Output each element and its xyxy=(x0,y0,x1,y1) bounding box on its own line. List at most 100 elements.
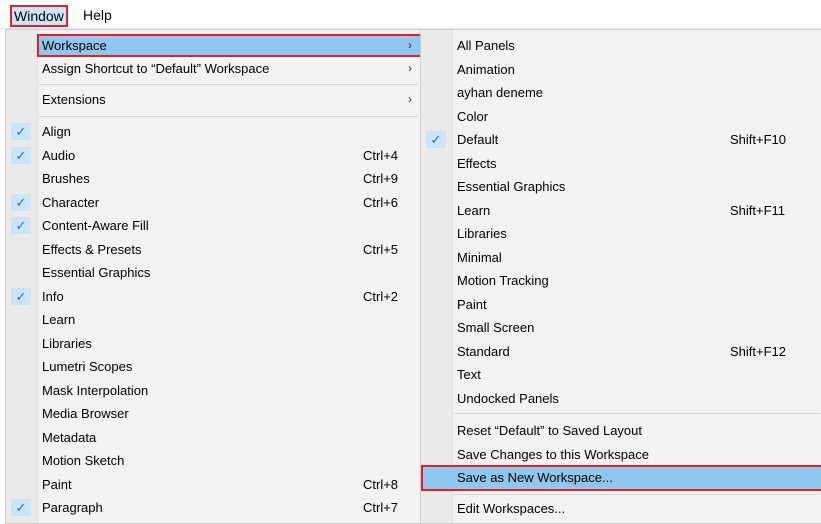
workspace-submenu: All Panels Animation ayhan deneme Color ✓ Def… xyxy=(420,29,821,524)
menu-item-save-changes[interactable]: Save Changes to this Workspace xyxy=(421,443,821,466)
checkmark-icon: ✓ xyxy=(426,131,446,148)
menu-item-label: Metadata xyxy=(42,429,97,445)
menu-item-shortcut: Shift+F11 xyxy=(730,202,786,218)
menu-item-mask-interpolation[interactable]: Mask Interpolation xyxy=(6,379,422,402)
menu-item-label: Essential Graphics xyxy=(457,179,566,194)
workspace-item-effects[interactable]: Effects xyxy=(421,152,821,175)
menu-item-motion-sketch[interactable]: Motion Sketch xyxy=(6,449,422,472)
menu-item-label: Character xyxy=(42,194,100,210)
chevron-right-icon: › xyxy=(408,38,412,52)
menu-window[interactable]: Window xyxy=(10,5,68,27)
menu-item-lumetri-scopes[interactable]: Lumetri Scopes xyxy=(6,355,422,378)
menu-item-label: Default xyxy=(457,132,499,147)
menu-item-label: Animation xyxy=(457,61,515,77)
menu-item-essential-graphics[interactable]: Essential Graphics xyxy=(6,261,422,284)
menu-item-info[interactable]: ✓ Info Ctrl+2 xyxy=(6,285,422,308)
workspace-item-text[interactable]: Text xyxy=(421,363,821,386)
checkmark-icon: ✓ xyxy=(11,193,31,211)
menu-item-edit-workspaces[interactable]: Edit Workspaces... xyxy=(421,497,821,520)
menu-item-align[interactable]: ✓ Align xyxy=(6,120,422,143)
menu-item-label: Mask Interpolation xyxy=(42,382,149,398)
checkmark-icon: ✓ xyxy=(11,217,31,234)
menu-item-label: Brushes xyxy=(42,171,90,186)
menu-separator xyxy=(39,84,418,85)
menu-item-label: All Panels xyxy=(457,38,515,53)
menu-item-shortcut: Ctrl+6 xyxy=(363,194,399,210)
menu-item-reset-default[interactable]: Reset “Default” to Saved Layout xyxy=(421,419,821,442)
menu-item-label: ayhan deneme xyxy=(457,85,544,100)
menu-separator xyxy=(454,494,820,495)
menu-item-workspace[interactable]: Workspace › xyxy=(37,34,422,57)
checkmark-icon: ✓ xyxy=(11,499,31,516)
workspace-item-minimal[interactable]: Minimal xyxy=(421,246,821,269)
menu-item-paint[interactable]: Paint Ctrl+8 xyxy=(6,473,422,496)
workspace-item-ayhan-deneme[interactable]: ayhan deneme xyxy=(421,81,821,104)
menu-help[interactable]: Help xyxy=(80,6,115,24)
checkmark-icon: ✓ xyxy=(11,123,31,140)
menu-item-shortcut: Ctrl+7 xyxy=(363,500,399,515)
menu-item-label: Effects & Presets xyxy=(42,241,142,257)
menu-item-label: Text xyxy=(457,367,481,382)
menu-item-label: Lumetri Scopes xyxy=(42,359,133,374)
menu-item-content-aware-fill[interactable]: ✓ Content-Aware Fill xyxy=(6,214,422,237)
menu-item-effects-presets[interactable]: Effects & Presets Ctrl+5 xyxy=(6,238,422,261)
menu-item-metadata[interactable]: Metadata xyxy=(6,426,422,449)
menu-item-label: Media Browser xyxy=(42,406,129,421)
workspace-item-essential-graphics[interactable]: Essential Graphics xyxy=(421,175,821,198)
menu-item-shortcut: Ctrl+5 xyxy=(363,241,399,257)
menu-separator xyxy=(454,413,820,414)
workspace-item-color[interactable]: Color xyxy=(421,105,821,128)
menu-item-label: Undocked Panels xyxy=(457,390,559,406)
window-menu: Workspace › Assign Shortcut to “Default”… xyxy=(5,29,423,524)
menu-item-label: Workspace xyxy=(42,38,107,53)
workspace-item-all-panels[interactable]: All Panels xyxy=(421,34,821,57)
workspace-item-undocked-panels[interactable]: Undocked Panels xyxy=(421,387,821,410)
menu-item-shortcut: Shift+F10 xyxy=(730,132,787,147)
menu-item-character[interactable]: ✓ Character Ctrl+6 xyxy=(6,191,422,214)
menu-item-shortcut: Ctrl+4 xyxy=(363,147,399,163)
menu-item-label: Extensions xyxy=(42,92,106,107)
workspace-item-paint[interactable]: Paint xyxy=(421,293,821,316)
workspace-item-learn[interactable]: Learn Shift+F11 xyxy=(421,199,821,222)
workspace-item-small-screen[interactable]: Small Screen xyxy=(421,316,821,339)
menu-item-assign-shortcut[interactable]: Assign Shortcut to “Default” Workspace › xyxy=(6,57,422,80)
menu-item-label: Essential Graphics xyxy=(42,265,151,280)
checkmark-icon: ✓ xyxy=(11,287,31,305)
menu-separator xyxy=(39,116,418,117)
menu-item-label: Motion Tracking xyxy=(457,273,549,288)
menu-item-label: Standard xyxy=(457,343,510,359)
menu-item-label: Paint xyxy=(42,476,72,492)
menu-item-libraries[interactable]: Libraries xyxy=(6,332,422,355)
menu-item-shortcut: Ctrl+9 xyxy=(363,171,399,186)
workspace-item-animation[interactable]: Animation xyxy=(421,58,821,81)
menu-item-shortcut: Shift+F12 xyxy=(730,343,787,359)
menu-item-label: Learn xyxy=(457,202,491,218)
menu-item-media-browser[interactable]: Media Browser xyxy=(6,402,422,425)
menu-item-paragraph[interactable]: ✓ Paragraph Ctrl+7 xyxy=(6,496,422,519)
menu-item-label: Libraries xyxy=(42,335,92,351)
menu-item-label: Paragraph xyxy=(42,500,103,515)
workspace-item-standard[interactable]: Standard Shift+F12 xyxy=(421,340,821,363)
menu-item-shortcut: Ctrl+8 xyxy=(363,476,399,492)
menu-item-extensions[interactable]: Extensions › xyxy=(6,88,422,111)
menu-item-label: Align xyxy=(42,124,71,139)
menu-item-learn[interactable]: Learn xyxy=(6,308,422,331)
chevron-right-icon: › xyxy=(408,61,412,75)
menu-item-label: Minimal xyxy=(457,249,502,265)
menu-item-save-as-new-workspace[interactable]: Save as New Workspace... xyxy=(421,465,821,491)
menu-item-label: Edit Workspaces... xyxy=(457,501,566,516)
menu-item-brushes[interactable]: Brushes Ctrl+9 xyxy=(6,167,422,190)
workspace-item-motion-tracking[interactable]: Motion Tracking xyxy=(421,269,821,292)
menu-item-audio[interactable]: ✓ Audio Ctrl+4 xyxy=(6,144,422,167)
menu-item-label: Info xyxy=(42,288,64,304)
menu-item-label: Assign Shortcut to “Default” Workspace xyxy=(42,61,270,76)
menu-item-label: Content-Aware Fill xyxy=(42,218,149,233)
workspace-item-default[interactable]: ✓ Default Shift+F10 xyxy=(421,128,821,151)
checkmark-icon: ✓ xyxy=(11,146,31,164)
menu-item-label: Reset “Default” to Saved Layout xyxy=(457,423,642,438)
menu-item-label: Libraries xyxy=(457,226,507,241)
menu-item-label: Save as New Workspace... xyxy=(457,470,613,485)
workspace-item-libraries[interactable]: Libraries xyxy=(421,222,821,245)
menu-item-label: Color xyxy=(457,108,489,124)
menu-item-label: Effects xyxy=(457,155,497,171)
